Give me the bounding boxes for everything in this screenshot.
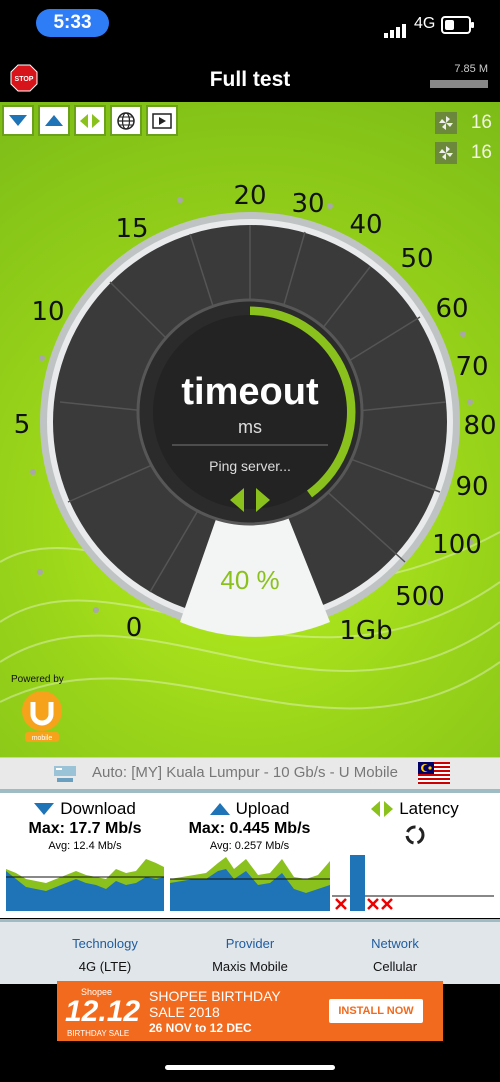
server-icon — [54, 766, 76, 782]
upload-chart — [170, 857, 330, 911]
gauge-tick-label: 0 — [126, 613, 143, 643]
browser-toggle[interactable] — [110, 105, 142, 136]
gauge-tick-label: 1Gb — [339, 616, 392, 646]
download-chart — [6, 859, 164, 911]
speed-test-area: timeout ms Ping server... 40 % 0 5 10 15 20 3… — [0, 102, 500, 757]
video-icon — [152, 112, 172, 129]
latency-chart — [332, 855, 494, 911]
svg-text:mobile: mobile — [32, 735, 53, 742]
ad-line-1: SHOPEE BIRTHDAY — [149, 988, 281, 1004]
status-bar: 5:33 4G — [0, 0, 500, 50]
upload-icon — [209, 803, 230, 815]
data-used-bar — [430, 80, 488, 88]
speed-gauge: timeout ms Ping server... 40 % 0 5 10 15 20 3… — [0, 181, 500, 710]
progress-percent: 40 % — [220, 565, 279, 595]
ad-banner[interactable]: Shopee 12.12 BIRTHDAY SALE SHOPEE BIRTHD… — [57, 981, 443, 1041]
gauge-tick-label: 60 — [435, 294, 468, 324]
gauge-tick-label: 70 — [455, 352, 488, 382]
data-used-label: 7.85 M — [454, 63, 488, 75]
u-mobile-logo[interactable]: mobile — [21, 690, 63, 742]
upload-toggle[interactable] — [38, 105, 70, 136]
gauge-tick-label: 100 — [432, 530, 482, 560]
download-toggle[interactable] — [2, 105, 34, 136]
upload-icon — [45, 114, 63, 126]
gauge-tick-label: 90 — [455, 472, 488, 502]
install-now-button[interactable]: INSTALL NOW — [329, 999, 423, 1023]
latency-icon — [371, 801, 394, 817]
ad-line-2: SALE 2018 — [149, 1004, 220, 1020]
malaysia-flag-icon — [418, 762, 450, 784]
gauge-tick-label: 40 — [349, 210, 382, 240]
battery-icon — [441, 16, 474, 34]
latency-icon — [80, 113, 100, 128]
download-icon — [34, 803, 55, 815]
test-toolbar — [2, 105, 182, 136]
home-indicator[interactable] — [165, 1065, 335, 1070]
servers-selected[interactable]: 16 — [435, 140, 492, 166]
upload-max: Max: 0.445 Mb/s — [188, 820, 311, 837]
fan-icon — [435, 112, 457, 134]
gauge-tick-label: 500 — [395, 582, 445, 612]
gauge-tick-label: 5 — [14, 410, 31, 440]
provider-label: Provider — [225, 936, 275, 951]
latency-toggle[interactable] — [74, 105, 106, 136]
server-counts: 16 16 — [435, 110, 492, 170]
result-value: timeout — [181, 371, 319, 413]
technology-label: Technology — [72, 936, 138, 951]
network-label: Network — [371, 936, 419, 951]
ad-headline-number: 12.12 — [65, 995, 141, 1028]
server-info-bar[interactable]: Auto: [MY] Kuala Lumpur - 10 Gb/s - U Mo… — [0, 757, 500, 790]
gauge-tick-label: 50 — [400, 244, 433, 274]
fan-icon — [435, 142, 457, 164]
page-title: Full test — [209, 68, 291, 91]
network-type: 4G — [414, 15, 436, 32]
technology-value: 4G (LTE) — [78, 959, 132, 974]
ad-line-3: 26 NOV to 12 DEC — [149, 1021, 252, 1035]
servers-available[interactable]: 16 — [435, 110, 492, 136]
gauge-tick-label: 10 — [31, 297, 64, 327]
clock: 5:33 — [36, 9, 109, 37]
gauge-tick-label: 15 — [115, 214, 148, 244]
upload-result[interactable]: Upload Max: 0.445 Mb/s Avg: 0.257 Mb/s — [172, 799, 327, 852]
signal-icon — [384, 20, 408, 38]
download-result[interactable]: Download Max: 17.7 Mb/s Avg: 12.4 Mb/s — [10, 799, 160, 852]
server-name: Auto: [MY] Kuala Lumpur - 10 Gb/s - U Mo… — [92, 764, 398, 781]
provider-value: Maxis Mobile — [212, 959, 288, 974]
globe-icon — [117, 111, 135, 130]
download-icon — [9, 114, 27, 126]
gauge-tick-label: 30 — [291, 189, 324, 219]
video-toggle[interactable] — [146, 105, 178, 136]
gauge-tick-label: 20 — [233, 181, 266, 211]
result-unit: ms — [238, 417, 262, 437]
connection-info: Technology 4G (LTE) Provider Maxis Mobil… — [0, 919, 500, 984]
app-header: STOP Full test 7.85 M — [0, 50, 500, 102]
gauge-tick-label: 80 — [463, 411, 496, 441]
powered-by-label: Powered by — [11, 674, 64, 685]
download-max: Max: 17.7 Mb/s — [28, 820, 142, 837]
latency-result[interactable]: Latency — [345, 799, 485, 852]
loading-spinner-icon — [405, 825, 425, 845]
ad-sub: BIRTHDAY SALE — [67, 1029, 130, 1038]
network-value: Cellular — [372, 959, 418, 974]
test-status: Ping server... — [209, 458, 291, 474]
